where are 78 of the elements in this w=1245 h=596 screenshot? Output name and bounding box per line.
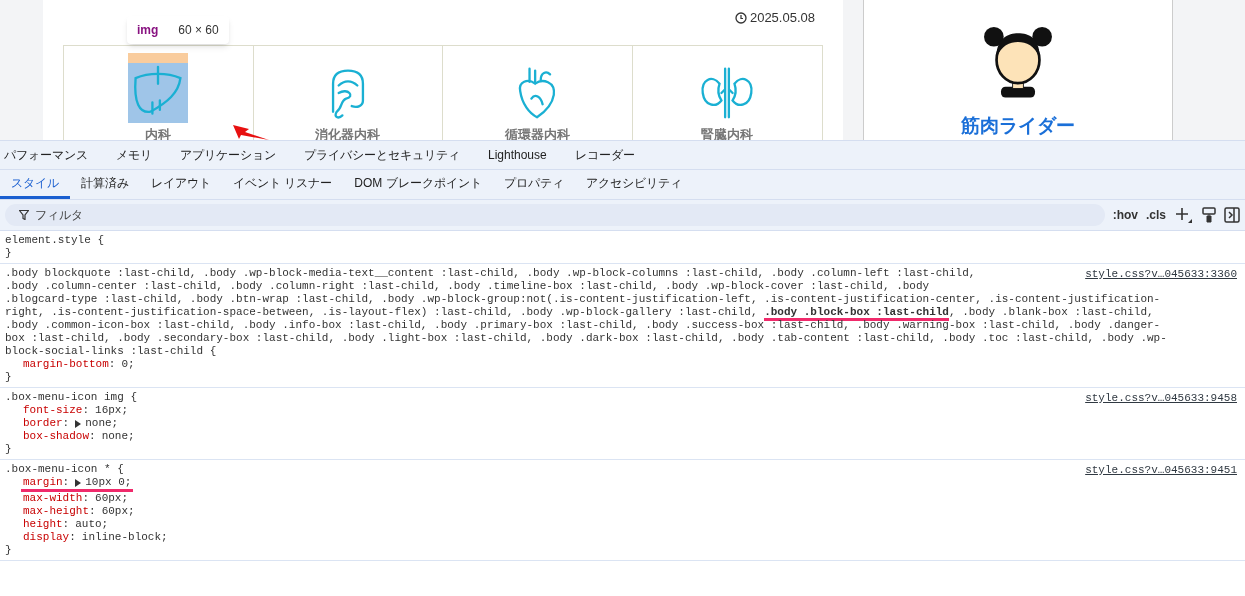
panel-tab[interactable]: プライバシーとセキュリティ (300, 146, 464, 164)
css-selector: .body blockquote :last-child, .body .wp-block-media-text__content :last-child, .body .wp-block-columns :last-child, .body .column-left :last-child, (5, 267, 976, 279)
css-colon: : (82, 492, 90, 505)
css-selector: .blogcard-type :last-child, .body .btn-wrap :last-child, .body .wp-block-group:not(.is-content-justification-left, .is-content-justification-center, .is-content-justification- (5, 293, 1161, 305)
styles-tab[interactable]: プロパティ (492, 170, 575, 199)
css-property: margin (23, 476, 63, 489)
tooltip-tag: img (137, 21, 159, 39)
source-link[interactable]: style.css?v…045633:9458 (1085, 392, 1237, 405)
css-property: border (23, 417, 63, 430)
css-property: max-height (23, 505, 89, 518)
annotation-arrow (233, 125, 269, 140)
menu-label: 消化器内科 (315, 125, 381, 140)
clock-icon (734, 11, 747, 24)
panel-tab[interactable]: レコーダー (570, 146, 639, 164)
closing-brace: } (5, 371, 12, 383)
cls-button[interactable]: .cls (1146, 206, 1166, 224)
css-property: max-width (23, 492, 83, 505)
css-value: 60px; (101, 505, 135, 518)
styles-tab[interactable]: レイアウト (140, 170, 222, 199)
css-value: auto; (75, 518, 109, 531)
css-selector: .box-menu-icon * { (5, 463, 124, 475)
css-value: 0; (121, 358, 135, 371)
expand-triangle-icon[interactable] (75, 478, 82, 487)
source-link[interactable]: style.css?v…045633:9451 (1085, 464, 1237, 477)
css-selector: element.style { (5, 234, 105, 246)
hov-button[interactable]: :hov (1112, 206, 1138, 224)
css-value: none; (101, 430, 135, 443)
css-selector: right, .is-content-justification-space-between, .is-layout-flex) :last-child, .body .wp-block-gallery :last-child, .body .block-box :last-child, .body .blank-box :last-child, (5, 306, 1154, 321)
css-property: margin-bottom (23, 358, 109, 371)
css-property: box-shadow (23, 430, 89, 443)
margin-highlight (128, 52, 189, 63)
sidebar-toggle-icon[interactable] (1224, 207, 1240, 223)
css-selector: .box-menu-icon img { (5, 391, 138, 403)
source-link[interactable]: style.css?v…045633:3360 (1085, 268, 1237, 281)
filter-input[interactable]: フィルタ (35, 206, 235, 224)
css-colon: : (89, 430, 96, 443)
new-rule-icon[interactable] (1174, 206, 1194, 224)
css-value: 16px; (95, 404, 129, 417)
styles-tab[interactable]: 計算済み (70, 170, 140, 199)
css-property: height (23, 518, 63, 531)
css-colon: : (82, 404, 90, 417)
css-value: none; (85, 417, 119, 430)
panel-tab[interactable]: アプリケーション (176, 146, 280, 164)
expand-triangle-icon[interactable] (75, 419, 82, 428)
css-property: font-size (23, 404, 83, 417)
panel-tab[interactable]: パフォーマンス (0, 146, 92, 164)
filter-field[interactable]: フィルタ (5, 204, 1105, 226)
css-property: display (23, 531, 70, 544)
closing-brace: } (5, 544, 12, 556)
styles-tab[interactable]: アクセシビリティ (574, 170, 693, 199)
panel-tab[interactable]: メモリ (112, 146, 156, 164)
css-selector: block-social-links :last-child { (5, 345, 217, 357)
paint-roller-icon[interactable] (1202, 207, 1216, 223)
closing-brace: } (5, 443, 12, 455)
css-selector: .body .common-icon-box :last-child, .body .info-box :last-child, .body .primary-box :last-child, .body .success-box :last-child, .body .warning-box :last-child, .body .danger- (5, 319, 1161, 331)
css-colon: : (69, 531, 76, 544)
date-label: 2025.05.08 (734, 8, 815, 28)
styles-tab[interactable]: DOM ブレークポイント (343, 170, 493, 199)
css-value: 10px 0; (85, 476, 132, 489)
css-colon: : (62, 476, 70, 489)
css-selector: .body .column-center :last-child, .body .column-right :last-child, .body .timeline-box :last-child, .body .wp-block-cover :last-child, .body (5, 280, 930, 292)
css-colon: : (108, 358, 116, 371)
filter-icon (19, 210, 29, 220)
menu-label: 腎臓内科 (701, 125, 754, 140)
css-value: inline-block; (81, 531, 168, 544)
css-colon: : (62, 518, 70, 531)
css-selector: box :last-child, .body .secondary-box :last-child, .body .light-box :last-child, .body .dark-box :last-child, .body .tab-content :last-child, .body .toc :last-child, .body .wp- (5, 332, 1167, 344)
menu-label: 内科 (145, 125, 172, 140)
closing-brace: } (5, 247, 12, 259)
styles-tab[interactable]: イベント リスナー (222, 170, 344, 199)
profile-name[interactable]: 筋肉ライダー (961, 111, 1075, 140)
css-value: 60px; (95, 492, 129, 505)
menu-label: 循環器内科 (504, 125, 570, 140)
css-colon: : (89, 505, 96, 518)
tooltip-size: 60 × 60 (178, 22, 219, 39)
menu-tile[interactable]: 腎臓内科 (632, 45, 822, 140)
panel-tab[interactable]: Lighthouse (484, 146, 551, 164)
css-colon: : (62, 417, 70, 430)
